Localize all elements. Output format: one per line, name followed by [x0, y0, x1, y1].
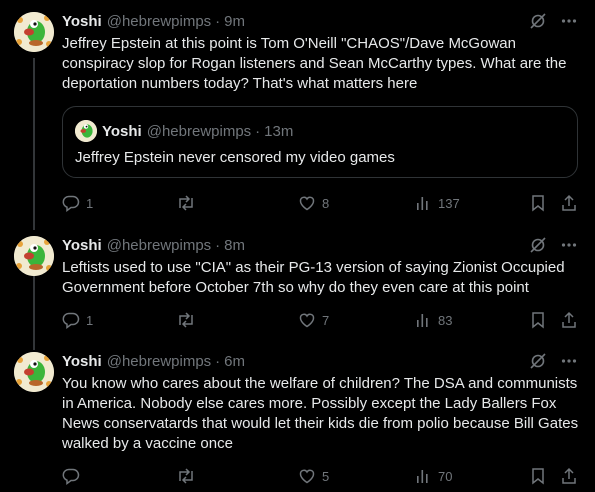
- bookmark-icon: [530, 311, 546, 329]
- reply-icon: [62, 194, 80, 212]
- post[interactable]: Yoshi @hebrewpimps · 8m Leftists used to…: [0, 230, 595, 348]
- views-icon: [414, 311, 432, 329]
- post[interactable]: Yoshi @hebrewpimps · 9m Jeffrey Epstein …: [0, 0, 595, 230]
- share-button[interactable]: [560, 466, 578, 486]
- repost-icon: [176, 467, 196, 485]
- grok-icon[interactable]: [529, 12, 547, 30]
- yoshi-avatar-image: [14, 236, 54, 276]
- like-count: 8: [322, 195, 330, 211]
- action-bar: 1 7 83: [62, 310, 582, 330]
- yoshi-avatar-image: [14, 352, 54, 392]
- author-name[interactable]: Yoshi: [62, 13, 102, 30]
- views-count: 70: [438, 468, 453, 484]
- grok-icon[interactable]: [529, 352, 547, 370]
- quoted-author-name: Yoshi: [102, 122, 142, 140]
- post-header-actions: [529, 236, 577, 254]
- views-button[interactable]: 83: [414, 310, 452, 330]
- avatar[interactable]: [14, 12, 54, 52]
- author-handle[interactable]: @hebrewpimps: [107, 353, 211, 370]
- post-text: You know who cares about the welfare of …: [62, 375, 579, 452]
- like-button[interactable]: 8: [298, 193, 329, 213]
- yoshi-avatar-image: [75, 120, 97, 142]
- repost-icon: [176, 194, 196, 212]
- post-time[interactable]: 9m: [224, 13, 245, 30]
- separator-dot: ·: [215, 352, 221, 370]
- quoted-post-time: 13m: [264, 122, 294, 140]
- more-icon[interactable]: [561, 352, 577, 370]
- quoted-avatar: [75, 120, 97, 142]
- author-handle[interactable]: @hebrewpimps: [107, 237, 211, 254]
- post-header-actions: [529, 352, 577, 370]
- post[interactable]: Yoshi @hebrewpimps · 6m You know who car…: [0, 348, 595, 492]
- views-icon: [414, 194, 432, 212]
- post-text: Leftists used to use "CIA" as their PG-1…: [62, 259, 565, 296]
- bookmark-button[interactable]: [530, 193, 546, 213]
- views-icon: [414, 467, 432, 485]
- author-name[interactable]: Yoshi: [62, 353, 102, 370]
- share-button[interactable]: [560, 310, 578, 330]
- repost-button[interactable]: [176, 310, 202, 330]
- views-button[interactable]: 137: [414, 193, 460, 213]
- post-time[interactable]: 6m: [224, 353, 245, 370]
- avatar[interactable]: [14, 352, 54, 392]
- post-header: Yoshi @hebrewpimps · 8m: [62, 234, 245, 256]
- avatar[interactable]: [14, 236, 54, 276]
- quoted-post-header: Yoshi @hebrewpimps · 13m: [75, 120, 293, 142]
- reply-count: 1: [86, 312, 94, 328]
- post-time[interactable]: 8m: [224, 237, 245, 254]
- bookmark-button[interactable]: [530, 310, 546, 330]
- reply-icon: [62, 311, 80, 329]
- separator-dot: ·: [255, 122, 261, 140]
- repost-button[interactable]: [176, 466, 202, 486]
- yoshi-avatar-image: [14, 12, 54, 52]
- heart-icon: [298, 467, 316, 485]
- quoted-post[interactable]: Yoshi @hebrewpimps · 13m Jeffrey Epstein…: [62, 106, 578, 178]
- bookmark-icon: [530, 194, 546, 212]
- views-button[interactable]: 70: [414, 466, 452, 486]
- post-header: Yoshi @hebrewpimps · 6m: [62, 350, 245, 372]
- more-icon[interactable]: [561, 12, 577, 30]
- like-button[interactable]: 5: [298, 466, 329, 486]
- bookmark-button[interactable]: [530, 466, 546, 486]
- reply-button[interactable]: 1: [62, 310, 93, 330]
- share-icon: [560, 194, 578, 212]
- separator-dot: ·: [215, 236, 221, 254]
- bookmark-icon: [530, 467, 546, 485]
- repost-icon: [176, 311, 196, 329]
- heart-icon: [298, 194, 316, 212]
- post-header-actions: [529, 12, 577, 30]
- post-header: Yoshi @hebrewpimps · 9m: [62, 10, 245, 32]
- quoted-author-handle: @hebrewpimps: [146, 122, 252, 140]
- author-handle[interactable]: @hebrewpimps: [107, 13, 211, 30]
- views-count: 137: [438, 195, 460, 211]
- repost-button[interactable]: [176, 193, 202, 213]
- like-count: 5: [322, 468, 330, 484]
- more-icon[interactable]: [561, 236, 577, 254]
- reply-icon: [62, 467, 80, 485]
- like-count: 7: [322, 312, 330, 328]
- author-name[interactable]: Yoshi: [62, 237, 102, 254]
- grok-icon[interactable]: [529, 236, 547, 254]
- action-bar: 5 70: [62, 466, 582, 486]
- heart-icon: [298, 311, 316, 329]
- action-bar: 1 8 137: [62, 193, 582, 213]
- share-icon: [560, 467, 578, 485]
- share-button[interactable]: [560, 193, 578, 213]
- separator-dot: ·: [215, 12, 221, 30]
- like-button[interactable]: 7: [298, 310, 329, 330]
- reply-button[interactable]: [62, 466, 86, 486]
- reply-count: 1: [86, 195, 94, 211]
- share-icon: [560, 311, 578, 329]
- quoted-post-text: Jeffrey Epstein never censored my video …: [75, 149, 395, 166]
- views-count: 83: [438, 312, 453, 328]
- reply-button[interactable]: 1: [62, 193, 93, 213]
- post-text: Jeffrey Epstein at this point is Tom O'N…: [62, 35, 567, 92]
